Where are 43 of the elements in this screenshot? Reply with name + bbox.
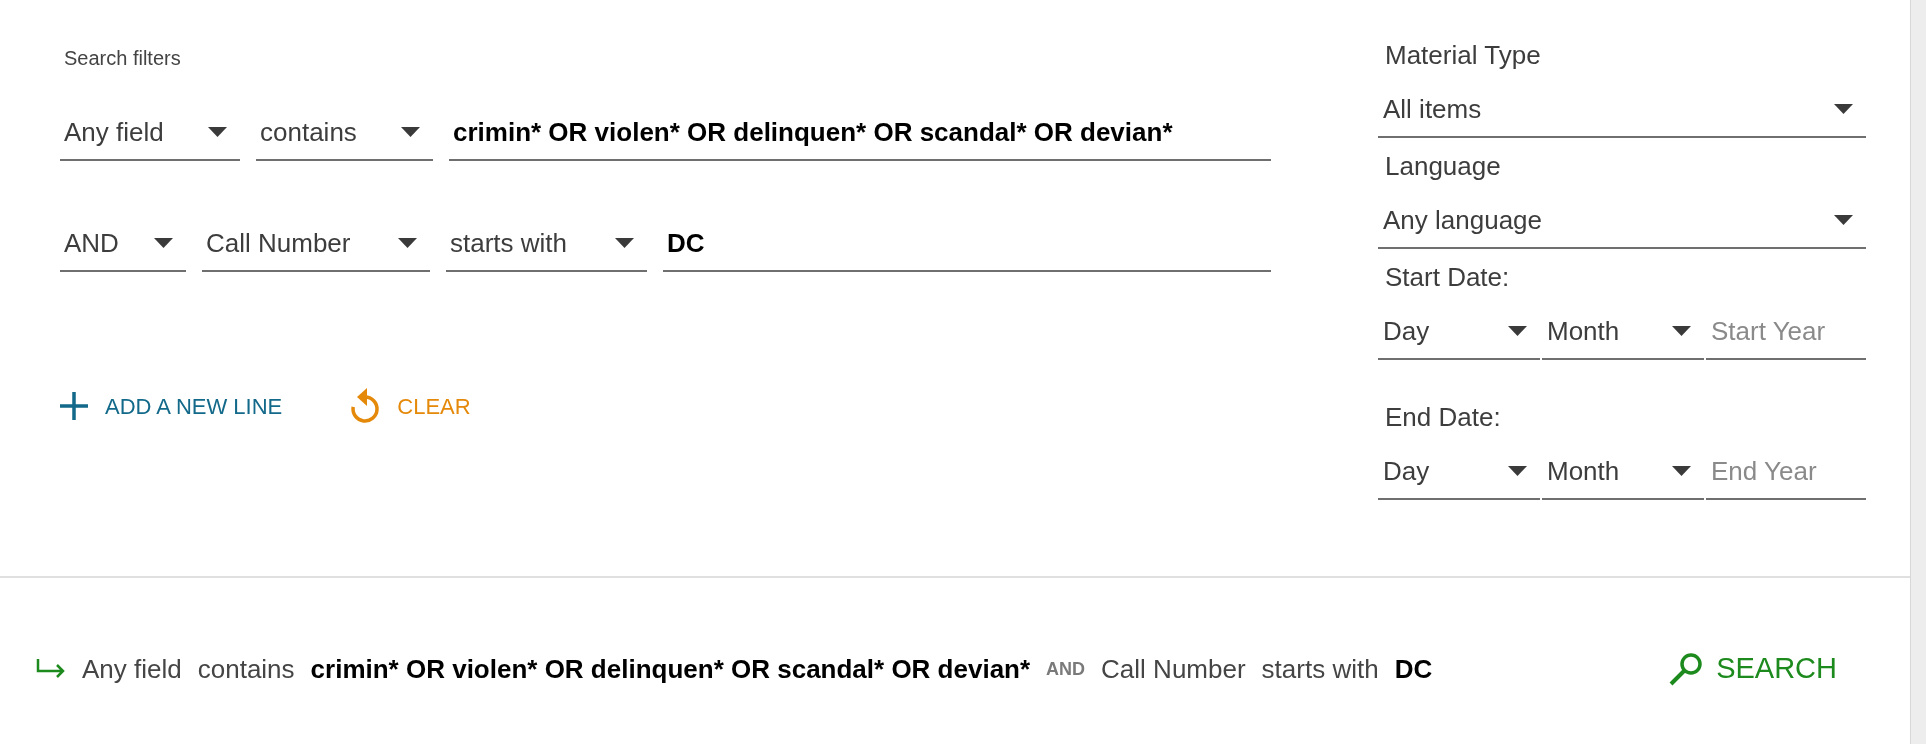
add-line-button[interactable]: ADD A NEW LINE xyxy=(60,389,283,423)
dropdown[interactable]: Month xyxy=(1542,304,1704,360)
search-term: DC xyxy=(1394,652,1433,686)
dropdown[interactable]: AND xyxy=(60,216,186,272)
year-input[interactable]: End Year xyxy=(1706,444,1866,500)
year-input[interactable]: Start Year xyxy=(1706,304,1866,360)
hooked-arrow-icon xyxy=(36,658,66,680)
dropdown[interactable]: Any language xyxy=(1378,193,1866,249)
caret-icon xyxy=(1508,326,1527,336)
facet-label: Start Date: xyxy=(1384,261,1511,293)
dropdown[interactable]: Call Number xyxy=(202,216,430,272)
caret-icon xyxy=(1834,215,1853,225)
dropdown[interactable]: Day xyxy=(1378,304,1540,360)
dropdown[interactable]: starts with xyxy=(446,216,647,272)
search-icon xyxy=(1669,652,1704,686)
operator-label: starts with xyxy=(1261,652,1379,686)
caret-icon xyxy=(208,127,227,137)
plus-icon xyxy=(60,392,88,420)
section-heading: Search filters xyxy=(63,46,182,71)
caret-icon xyxy=(1508,466,1527,476)
dropdown[interactable]: contains xyxy=(256,105,433,161)
caret-icon xyxy=(154,238,173,248)
caret-icon xyxy=(1834,104,1853,114)
search-field-label: Any field xyxy=(82,652,182,686)
boolean-operator: AND xyxy=(1046,657,1086,681)
search-term: crimin* OR violen* OR delinquen* OR scandal* OR devian* xyxy=(310,652,1031,686)
dropdown[interactable]: Day xyxy=(1378,444,1540,500)
facet-label: End Date: xyxy=(1384,401,1502,433)
caret-icon xyxy=(401,127,420,137)
facet-label: Language xyxy=(1384,150,1502,182)
caret-icon xyxy=(1672,466,1691,476)
dropdown[interactable]: Any field xyxy=(60,105,240,161)
search-button[interactable]: SEARCH xyxy=(1669,647,1837,691)
caret-icon xyxy=(615,238,634,248)
caret-icon xyxy=(1672,326,1691,336)
search-input[interactable]: crimin* OR violen* OR delinquen* OR scandal* OR devian* xyxy=(449,105,1271,161)
dropdown[interactable]: Month xyxy=(1542,444,1704,500)
operator-label: contains xyxy=(197,652,295,686)
search-input[interactable]: DC xyxy=(663,216,1271,272)
dropdown[interactable]: All items xyxy=(1378,82,1866,138)
caret-icon xyxy=(398,238,417,248)
facet-label: Material Type xyxy=(1384,39,1542,71)
search-field-label: Call Number xyxy=(1101,652,1246,686)
